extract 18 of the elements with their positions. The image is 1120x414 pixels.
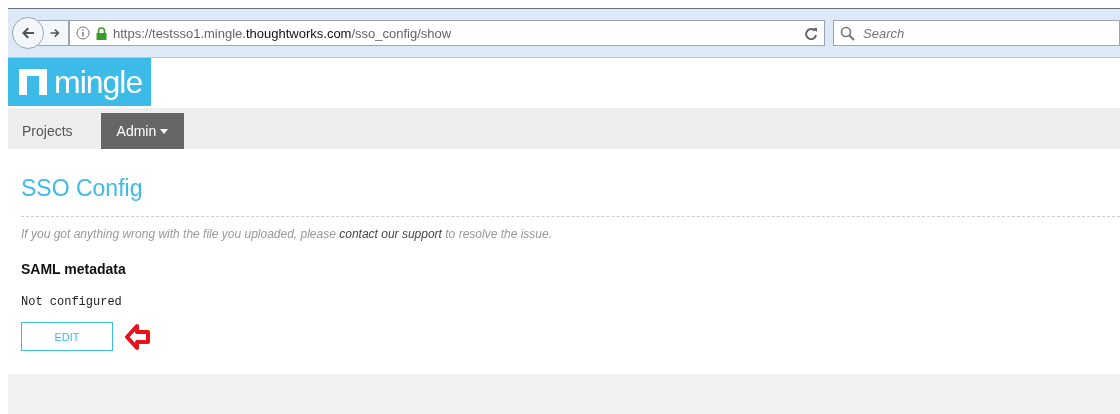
notice-text: If you got anything wrong with the file you uploaded, please contact our support to resolve the issue.	[21, 227, 553, 241]
back-button[interactable]	[12, 17, 44, 49]
status-text: Not configured	[21, 295, 123, 309]
address-bar[interactable]: https://testsso1.mingle.thoughtworks.com/sso_config/show	[69, 20, 825, 46]
lock-icon	[96, 26, 107, 40]
url-text: https://testsso1.mingle.thoughtworks.com/sso_config/show	[113, 25, 453, 41]
page-title: SSO Config	[21, 175, 144, 202]
support-link[interactable]: contact our support	[339, 227, 442, 241]
section-title: SAML metadata	[21, 261, 127, 277]
back-arrow-icon	[20, 25, 36, 41]
nav-tab[interactable]: Admin	[100, 113, 185, 149]
search-icon	[840, 25, 855, 41]
search-bar[interactable]: Search	[833, 20, 1120, 46]
nav-tab[interactable]: Projects	[8, 113, 87, 149]
forward-arrow-icon	[49, 27, 61, 39]
arrow-icon	[125, 322, 151, 351]
info-icon	[76, 26, 90, 40]
reload-icon[interactable]	[804, 26, 818, 40]
